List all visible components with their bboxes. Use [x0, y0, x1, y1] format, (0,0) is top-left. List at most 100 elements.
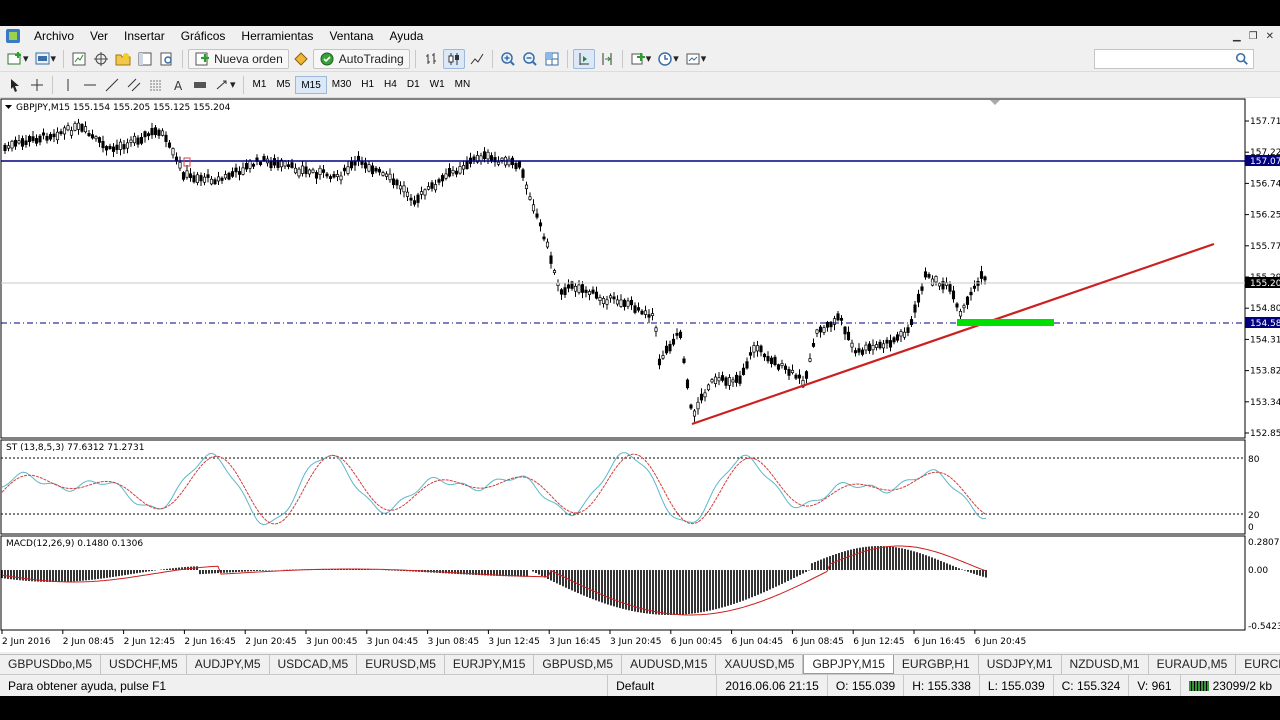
auto-scroll-icon — [576, 51, 592, 67]
candle-body — [353, 161, 357, 166]
candle-body — [104, 146, 109, 151]
horizontal-line-button[interactable] — [80, 75, 100, 95]
stochastic-level-0: 0 — [1248, 523, 1254, 533]
data-window-button[interactable] — [91, 49, 111, 69]
crosshair-button[interactable] — [27, 75, 47, 95]
candlestick-chart-button[interactable] — [442, 48, 465, 69]
connection-bars-icon — [1188, 681, 1209, 692]
timeframe-m30[interactable]: M30 — [327, 76, 356, 94]
green-marker[interactable] — [957, 319, 1054, 326]
text-button[interactable]: A — [168, 75, 188, 95]
menu-graficos[interactable]: Gráficos — [173, 26, 234, 46]
tab-gbpusd-m5[interactable]: GBPUSD,M5 — [534, 655, 623, 674]
candle-body — [811, 343, 816, 347]
cursor-button[interactable] — [5, 75, 25, 95]
close-icon[interactable]: ✕ — [1266, 31, 1274, 42]
candle-body — [899, 331, 903, 337]
chart-shift-button[interactable] — [597, 49, 617, 69]
auto-scroll-button[interactable] — [572, 48, 595, 69]
periods-button[interactable]: ▾ — [655, 49, 681, 69]
tab-eurjpy-m15[interactable]: EURJPY,M15 — [445, 655, 535, 674]
tab-usdchf-m5[interactable]: USDCHF,M5 — [101, 655, 187, 674]
tab-eurchf-m30[interactable]: EURCHF,M30 — [1236, 655, 1280, 674]
market-watch-button[interactable] — [69, 49, 89, 69]
tab-nzdusd-m1[interactable]: NZDUSD,M1 — [1062, 655, 1149, 674]
timeframe-mn[interactable]: MN — [450, 76, 476, 94]
candle-body — [629, 299, 634, 306]
timeframe-d1[interactable]: D1 — [402, 76, 425, 94]
tab-gbpusdbo-m5[interactable]: GBPUSDbo,M5 — [0, 655, 102, 674]
restore-icon[interactable]: ❐ — [1249, 31, 1258, 42]
menu-ver[interactable]: Ver — [82, 26, 116, 46]
chart-window[interactable]: 157.710157.220156.740156.250155.770155.2… — [0, 98, 1280, 652]
channel-icon — [126, 77, 142, 93]
profiles-button[interactable]: ▾ — [33, 49, 59, 69]
candle-body — [689, 404, 693, 409]
bar-chart-button[interactable] — [421, 49, 441, 69]
metaeditor-button[interactable] — [291, 49, 311, 69]
vertical-line-button[interactable] — [58, 75, 78, 95]
candle-body — [892, 337, 896, 343]
candle-body — [878, 341, 882, 349]
status-close: C: 155.324 — [1052, 674, 1129, 697]
menu-ayuda[interactable]: Ayuda — [381, 26, 431, 46]
candle-body — [402, 185, 406, 193]
navigator-button[interactable] — [113, 49, 133, 69]
tab-usdjpy-m1[interactable]: USDJPY,M1 — [979, 655, 1062, 674]
tab-audusd-m15[interactable]: AUDUSD,M15 — [622, 655, 717, 674]
menu-archivo[interactable]: Archivo — [26, 26, 82, 46]
new-chart-button[interactable]: ▾ — [5, 49, 31, 69]
candle-body — [566, 284, 571, 289]
menu-herramientas[interactable]: Herramientas — [233, 26, 321, 46]
candle-body — [538, 222, 543, 227]
label-button[interactable] — [190, 75, 210, 95]
candle-body — [342, 167, 347, 172]
new-order-button[interactable]: Nueva orden — [188, 48, 289, 69]
toolbar-separator — [566, 49, 568, 68]
timeframe-w1[interactable]: W1 — [425, 76, 450, 94]
timeframe-h4[interactable]: H4 — [379, 76, 402, 94]
arrows-button[interactable]: ▾ — [212, 75, 238, 95]
indicators-button[interactable]: ▾ — [628, 49, 654, 69]
trendline-button[interactable] — [102, 75, 122, 95]
zoom-out-button[interactable] — [520, 49, 540, 69]
candle-body — [332, 174, 336, 178]
minimize-icon[interactable]: ▁ — [1233, 31, 1241, 42]
stochastic-header: ST (13,8,5,3) 77.6312 71.2731 — [6, 443, 144, 453]
line-chart-icon — [469, 51, 485, 67]
tab-audjpy-m5[interactable]: AUDJPY,M5 — [187, 655, 270, 674]
tab-eurusd-m5[interactable]: EURUSD,M5 — [357, 655, 445, 674]
candle-body — [461, 165, 466, 170]
candle-body — [664, 345, 669, 354]
timeframe-h1[interactable]: H1 — [356, 76, 379, 94]
templates-button[interactable]: ▾ — [683, 49, 709, 69]
tab-xauusd-m5[interactable]: XAUUSD,M5 — [716, 655, 804, 674]
candle-body — [808, 358, 812, 362]
tester-button[interactable] — [157, 49, 177, 69]
candle-body — [34, 138, 39, 144]
candle-body — [867, 343, 872, 352]
timeframe-m5[interactable]: M5 — [271, 76, 295, 94]
chart-canvas[interactable]: 157.710157.220156.740156.250155.770155.2… — [0, 98, 1280, 652]
fibonacci-button[interactable] — [146, 75, 166, 95]
tile-windows-button[interactable] — [542, 49, 562, 69]
bar-chart-icon — [423, 51, 439, 67]
tab-euraud-m5[interactable]: EURAUD,M5 — [1149, 655, 1237, 674]
menu-insertar[interactable]: Insertar — [116, 26, 173, 46]
search-icon[interactable] — [1235, 52, 1249, 66]
menu-ventana[interactable]: Ventana — [321, 26, 381, 46]
line-chart-button[interactable] — [467, 49, 487, 69]
autotrading-button[interactable]: AutoTrading — [312, 48, 410, 69]
zoom-in-button[interactable] — [498, 49, 518, 69]
tab-eurgbp-h1[interactable]: EURGBP,H1 — [894, 655, 979, 674]
timeframe-m1[interactable]: M1 — [248, 76, 272, 94]
channel-button[interactable] — [124, 75, 144, 95]
candle-body — [657, 358, 662, 366]
candle-body — [888, 340, 893, 348]
candle-body — [577, 284, 581, 293]
search-input[interactable] — [1094, 49, 1254, 69]
terminal-button[interactable] — [135, 49, 155, 69]
tab-gbpjpy-m15[interactable]: GBPJPY,M15 — [803, 655, 894, 674]
tab-usdcad-m5[interactable]: USDCAD,M5 — [270, 655, 358, 674]
timeframe-m15[interactable]: M15 — [295, 75, 327, 94]
